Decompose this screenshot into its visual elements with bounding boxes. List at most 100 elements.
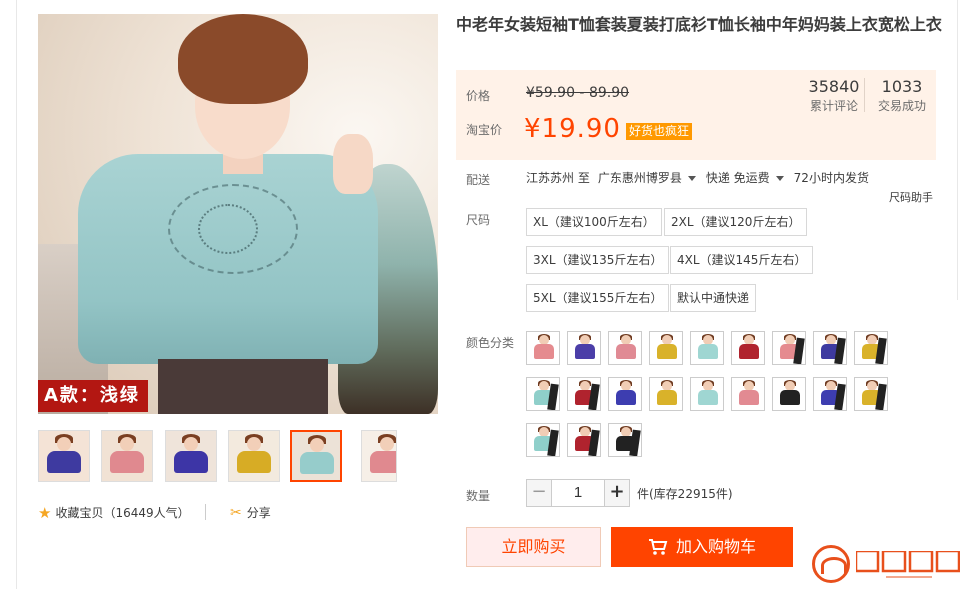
size-option-3xl[interactable]: 3XL（建议135斤左右）: [526, 246, 670, 274]
thumbnail-2[interactable]: [101, 430, 153, 482]
review-count-caption: 累计评论: [809, 99, 858, 113]
thumbnail-4[interactable]: [228, 430, 280, 482]
color-swatch-12[interactable]: [608, 377, 642, 411]
dispatch-time: 72小时内发货: [793, 171, 869, 185]
thumb-top: [47, 451, 81, 473]
product-title: 中老年女装短袖T恤套装夏装打底衫T恤长袖中年妈妈装上衣宽松上衣: [456, 15, 942, 34]
add-to-cart-button[interactable]: 加入购物车: [611, 527, 793, 567]
chevron-down-icon[interactable]: [775, 175, 784, 181]
thumb-head: [247, 437, 261, 451]
current-price: ¥19.90: [524, 114, 621, 144]
color-swatch-11[interactable]: [567, 377, 601, 411]
review-count-stat[interactable]: 35840 累计评论: [806, 76, 862, 114]
thumbnail-5-selected[interactable]: [290, 430, 342, 482]
size-option-4xl[interactable]: 4XL（建议145斤左右）: [670, 246, 814, 274]
delivery-label: 配送: [466, 173, 491, 187]
thumbnail-1[interactable]: [38, 430, 90, 482]
color-swatch-17[interactable]: [813, 377, 847, 411]
divider: [205, 504, 206, 520]
swatch-pants: [793, 337, 805, 364]
thumb-head: [310, 438, 324, 452]
thumbnail-6[interactable]: [361, 430, 397, 482]
swatch-pants: [834, 337, 846, 364]
size-label: 尺码: [466, 213, 491, 227]
stat-divider: [864, 78, 865, 112]
color-swatch-2[interactable]: [567, 331, 601, 365]
swatch-pants: [875, 383, 887, 410]
chevron-down-icon[interactable]: [687, 175, 696, 181]
size-option-2xl[interactable]: 2XL（建议120斤左右）: [664, 208, 808, 236]
color-swatch-19[interactable]: [526, 423, 560, 457]
right-border: [957, 0, 958, 300]
quantity-stepper: − 1 +: [526, 479, 630, 507]
color-swatch-4[interactable]: [649, 331, 683, 365]
thumb-top: [300, 452, 334, 474]
quantity-label: 数量: [466, 489, 491, 503]
swatch-pants: [588, 429, 600, 456]
stock-info: 件(库存22915件): [637, 487, 733, 501]
price-label: 价格: [466, 89, 491, 103]
color-swatch-14[interactable]: [690, 377, 724, 411]
image-pants: [158, 359, 328, 414]
swatch-pants: [588, 383, 600, 410]
swatch-pants: [547, 383, 559, 410]
color-swatch-5[interactable]: [690, 331, 724, 365]
watermark-logo: [812, 545, 962, 585]
quantity-decrease-button[interactable]: −: [526, 479, 552, 507]
thumb-head: [120, 437, 134, 451]
main-product-image[interactable]: A款：浅绿: [38, 14, 438, 414]
share-button[interactable]: ✂ 分享: [230, 504, 271, 522]
sales-count-caption: 交易成功: [877, 99, 926, 113]
image-hair: [178, 14, 308, 104]
review-count: 35840: [808, 77, 860, 96]
delivery-destination[interactable]: 广东惠州博罗县: [598, 170, 682, 186]
swatch-top: [616, 390, 636, 405]
color-swatch-15[interactable]: [731, 377, 765, 411]
watermark-emblem-icon: [812, 545, 850, 583]
left-border: [16, 0, 17, 589]
quantity-increase-button[interactable]: +: [604, 479, 630, 507]
taobao-price-label: 淘宝价: [466, 123, 503, 137]
color-swatch-8[interactable]: [813, 331, 847, 365]
variant-badge: A款：浅绿: [38, 380, 148, 412]
color-swatch-9[interactable]: [854, 331, 888, 365]
swatch-top: [698, 344, 718, 359]
color-swatch-3[interactable]: [608, 331, 642, 365]
add-to-cart-label: 加入购物车: [675, 537, 756, 556]
original-price: ¥59.90 - 89.90: [526, 85, 630, 101]
quantity-input[interactable]: 1: [552, 479, 604, 507]
color-swatch-13[interactable]: [649, 377, 683, 411]
size-option-shipping[interactable]: 默认中通快递: [670, 284, 757, 312]
swatch-top: [657, 390, 677, 405]
swatch-pants: [547, 429, 559, 456]
thumb-top: [237, 451, 271, 473]
thumbnail-3[interactable]: [165, 430, 217, 482]
color-swatch-20[interactable]: [567, 423, 601, 457]
size-option-xl[interactable]: XL（建议100斤左右）: [526, 208, 662, 236]
color-swatch-10[interactable]: [526, 377, 560, 411]
image-hand: [333, 134, 373, 194]
swatch-pants: [875, 337, 887, 364]
thumb-head: [57, 437, 71, 451]
cart-icon: [648, 539, 668, 555]
promo-badge: 好货也疯狂: [626, 123, 693, 140]
share-icon: ✂: [230, 505, 242, 521]
color-swatch-21[interactable]: [608, 423, 642, 457]
swatch-top: [698, 390, 718, 405]
size-option-5xl[interactable]: 5XL（建议155斤左右）: [526, 284, 670, 312]
thumb-head: [380, 437, 394, 451]
image-flower-print-inner: [198, 204, 258, 254]
color-swatch-18[interactable]: [854, 377, 888, 411]
favorite-button[interactable]: ★ 收藏宝贝（16449人气）: [38, 504, 190, 522]
sales-count: 1033: [881, 77, 923, 96]
color-swatch-7[interactable]: [772, 331, 806, 365]
shipping-method[interactable]: 快递 免运费: [706, 170, 770, 186]
swatch-top: [575, 344, 595, 359]
price-panel: 价格 ¥59.90 - 89.90 淘宝价 ¥19.90 好货也疯狂 35840…: [456, 70, 936, 160]
size-helper-link[interactable]: 尺码助手: [889, 189, 933, 205]
swatch-top: [616, 344, 636, 359]
buy-now-button[interactable]: 立即购买: [466, 527, 601, 567]
color-swatch-6[interactable]: [731, 331, 765, 365]
color-swatch-16[interactable]: [772, 377, 806, 411]
color-swatch-1[interactable]: [526, 331, 560, 365]
